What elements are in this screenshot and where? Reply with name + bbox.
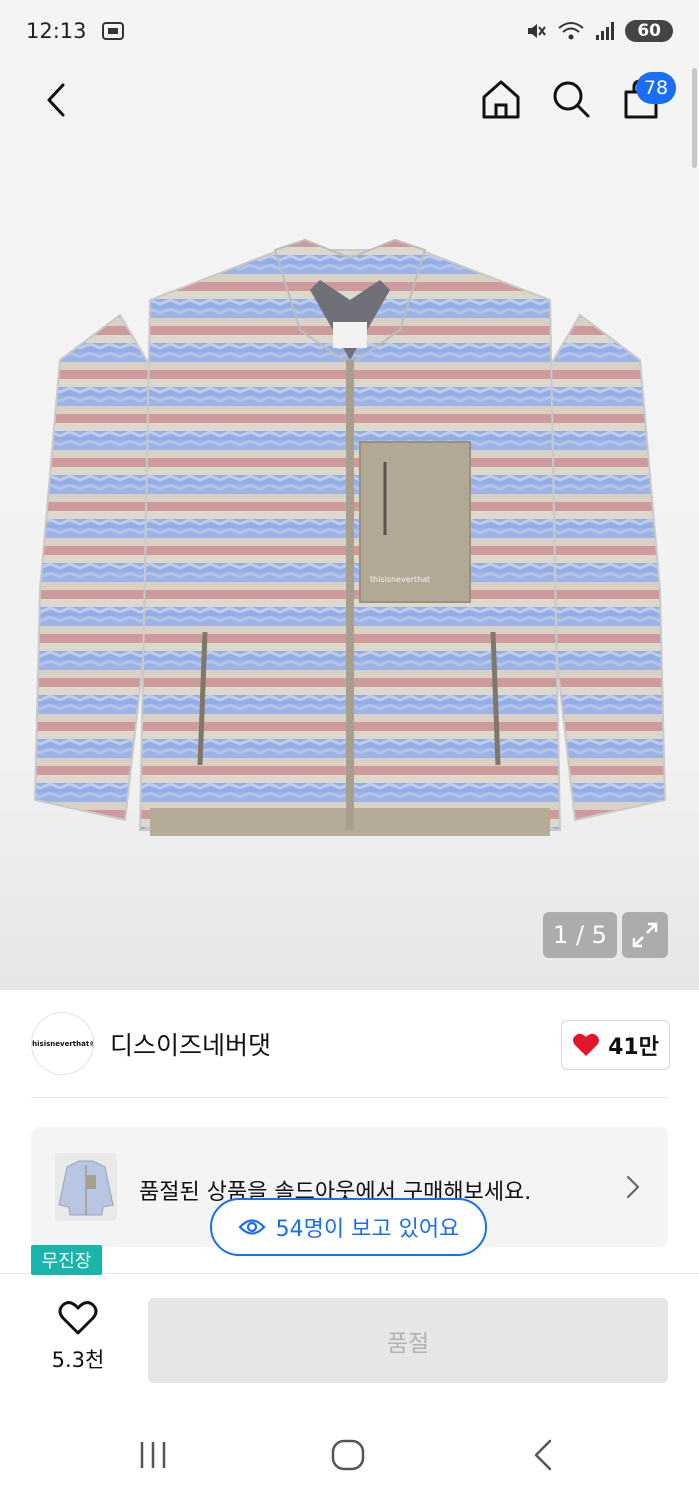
promo-thumbnail: [55, 1153, 117, 1221]
back-nav-icon: [534, 1439, 552, 1471]
product-image: thisisneverthat: [33, 238, 667, 836]
chevron-right-icon: [626, 1175, 640, 1199]
home-nav-icon: [331, 1439, 365, 1471]
brand-logo[interactable]: thisisneverthat®: [31, 1012, 94, 1075]
battery-indicator: 60: [625, 20, 673, 42]
soldout-button[interactable]: 품절: [148, 1298, 668, 1383]
mute-icon: [528, 24, 547, 38]
search-icon: [553, 81, 590, 118]
svg-text:thisisneverthat: thisisneverthat: [370, 575, 430, 584]
heart-icon: [58, 1301, 98, 1335]
search-button[interactable]: [548, 76, 594, 122]
image-counter: 1 / 5: [543, 912, 617, 958]
back-nav-button[interactable]: [515, 1432, 571, 1478]
product-image-gallery[interactable]: thisisneverthat: [0, 0, 699, 990]
heart-icon: [573, 1033, 600, 1056]
viewers-text: 54명이 보고 있어요: [275, 1217, 460, 1242]
expand-button[interactable]: [622, 912, 668, 958]
event-tag: 무진장: [31, 1245, 102, 1275]
screenshot-icon: [101, 22, 124, 40]
system-navigation-bar: [0, 1410, 699, 1500]
promo-chevron: [626, 1175, 640, 1203]
scrollbar-thumb[interactable]: [692, 68, 697, 168]
viewers-indicator: 54명이 보고 있어요: [210, 1198, 487, 1256]
status-time: 12:13: [26, 19, 87, 43]
home-nav-button[interactable]: [320, 1432, 376, 1478]
recents-button[interactable]: [125, 1432, 181, 1478]
brand-row: thisisneverthat® 디스이즈네버댓 41만: [0, 990, 699, 1098]
product-like-button[interactable]: 5.3천: [40, 1300, 116, 1380]
top-nav: [0, 62, 699, 138]
expand-icon: [632, 922, 658, 948]
home-button[interactable]: [478, 76, 524, 122]
status-bar: 12:13 60: [0, 0, 699, 62]
brand-like-count: 41만: [608, 1035, 659, 1060]
back-button[interactable]: [36, 78, 76, 122]
cart-count-badge: 78: [636, 72, 676, 104]
product-like-count: 5.3천: [51, 1348, 105, 1372]
brand-name[interactable]: 디스이즈네버댓: [110, 1026, 271, 1062]
eye-icon: [238, 1219, 266, 1235]
divider: [31, 1097, 668, 1098]
brand-logo-text: thisisneverthat®: [31, 1039, 94, 1048]
wifi-icon: [558, 22, 584, 40]
back-icon: [47, 83, 65, 117]
bottom-bar-divider: [0, 1273, 699, 1274]
signal-icon: [596, 22, 615, 40]
recents-icon: [140, 1442, 166, 1468]
brand-like-button[interactable]: 41만: [561, 1020, 670, 1070]
home-icon: [482, 80, 520, 119]
